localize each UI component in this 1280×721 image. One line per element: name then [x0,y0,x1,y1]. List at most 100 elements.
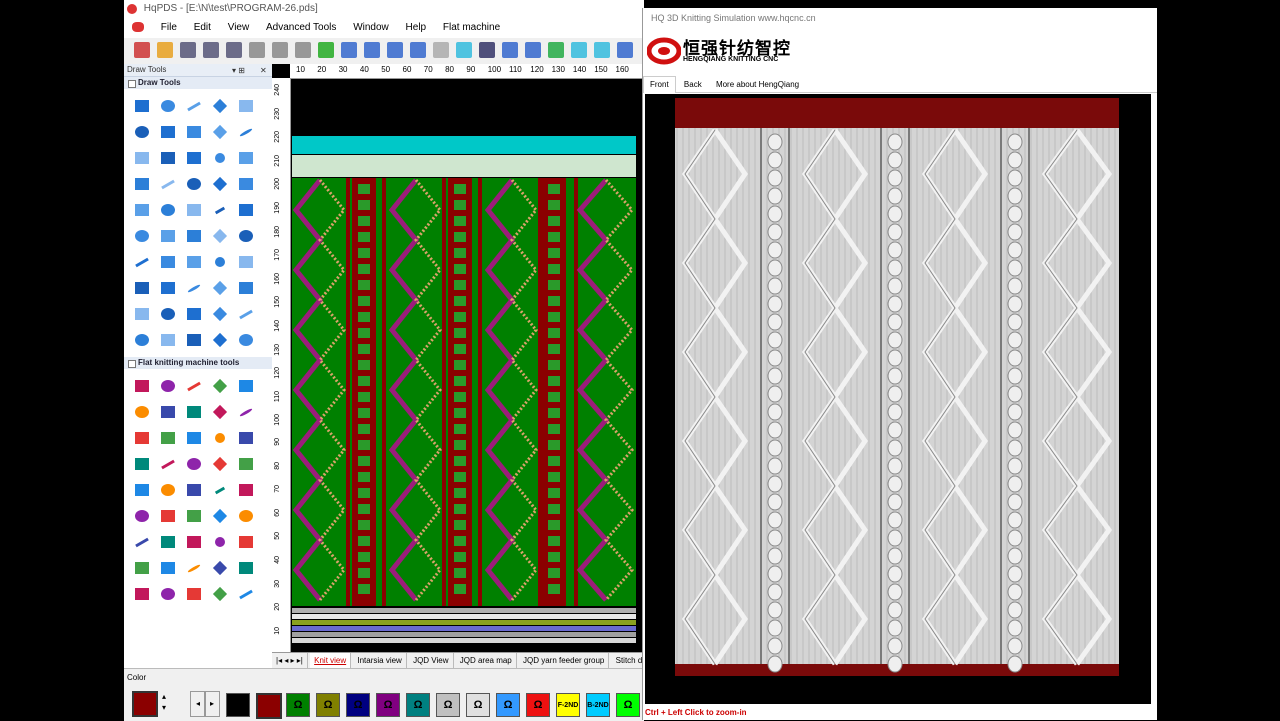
knit-tool-21-icon[interactable] [129,477,155,503]
draw-tool-47-icon[interactable] [155,327,181,353]
color-swatch-6[interactable]: Ω [376,693,400,717]
panel-close-icon[interactable]: ✕ [260,65,267,77]
knit-tool-13-icon[interactable] [181,425,207,451]
draw-tool-7-icon[interactable] [155,119,181,145]
new-icon[interactable] [134,42,150,58]
knit-tool-39-icon[interactable] [207,555,233,581]
draw-tool-41-icon[interactable] [129,301,155,327]
brush-icon[interactable] [479,42,495,58]
draw-tool-14-icon[interactable] [207,145,233,171]
knit-tool-22-icon[interactable] [155,477,181,503]
color-swatch-2[interactable] [256,693,282,719]
tab-nav-arrows[interactable]: |◂ ◂ ▸ ▸| [272,653,308,669]
draw-tool-8-icon[interactable] [181,119,207,145]
knit-tool-38-icon[interactable] [181,555,207,581]
draw-tool-29-icon[interactable] [207,223,233,249]
copy-icon[interactable] [272,42,288,58]
knit-tool-31-icon[interactable] [129,529,155,555]
tab-stitch[interactable]: Stitch d [612,653,644,669]
draw-tool-30-icon[interactable] [233,223,259,249]
draw-tool-11-icon[interactable] [129,145,155,171]
menu-edit[interactable]: Edit [194,22,211,33]
draw-tool-45-icon[interactable] [233,301,259,327]
draw-tool-25-icon[interactable] [233,197,259,223]
color-swatch-4[interactable]: Ω [316,693,340,717]
menu-advanced-tools[interactable]: Advanced Tools [266,22,336,33]
monitor-icon[interactable] [594,42,610,58]
menu-window[interactable]: Window [353,22,389,33]
move-icon[interactable] [387,42,403,58]
draw-tool-34-icon[interactable] [207,249,233,275]
draw-tool-31-icon[interactable] [129,249,155,275]
undo-icon[interactable] [203,42,219,58]
knit-tool-33-icon[interactable] [181,529,207,555]
open-icon[interactable] [157,42,173,58]
draw-tool-6-icon[interactable] [129,119,155,145]
section-flat-knitting-tools[interactable]: Flat knitting machine tools [124,357,272,369]
knit-tool-32-icon[interactable] [155,529,181,555]
knit-tool-40-icon[interactable] [233,555,259,581]
tab-front[interactable]: Front [643,76,676,93]
color-swatch-13[interactable]: B-2ND [586,693,610,717]
frame-icon[interactable] [525,42,541,58]
draw-tool-48-icon[interactable] [181,327,207,353]
knit-tool-11-icon[interactable] [129,425,155,451]
draw-tool-42-icon[interactable] [155,301,181,327]
draw-tool-19-icon[interactable] [207,171,233,197]
knit-tool-44-icon[interactable] [207,581,233,607]
tab-jqd-yarn-feeder-group[interactable]: JQD yarn feeder group [519,653,610,669]
draw-tool-9-icon[interactable] [207,119,233,145]
color-swatch-5[interactable]: Ω [346,693,370,717]
color-swatch-7[interactable]: Ω [406,693,430,717]
info-icon[interactable] [341,42,357,58]
tab-more-about[interactable]: More about HengQiang [710,77,805,93]
knit-tool-41-icon[interactable] [129,581,155,607]
tab-jqd-area-map[interactable]: JQD area map [456,653,517,669]
knit-tool-9-icon[interactable] [207,399,233,425]
draw-tool-21-icon[interactable] [129,197,155,223]
draw-tool-36-icon[interactable] [129,275,155,301]
design-canvas[interactable]: 10 20 30 40 50 60 70 80 90 100 110 120 130 140 150 160 … [272,64,644,668]
knit-tool-42-icon[interactable] [155,581,181,607]
knit-tool-45-icon[interactable] [233,581,259,607]
draw-tool-39-icon[interactable] [207,275,233,301]
knit-tool-7-icon[interactable] [155,399,181,425]
color-swatch-9[interactable]: Ω [466,693,490,717]
panel-pin-icon[interactable]: ▾ ⊞ [232,65,245,77]
tab-jqd-view[interactable]: JQD View [409,653,454,669]
knit-tool-1-icon[interactable] [129,373,155,399]
knit-tool-12-icon[interactable] [155,425,181,451]
knit-tool-19-icon[interactable] [207,451,233,477]
menu-help[interactable]: Help [406,22,427,33]
tab-intarsia-view[interactable]: Intarsia view [353,653,407,669]
cut-icon[interactable] [249,42,265,58]
draw-tool-32-icon[interactable] [155,249,181,275]
color-swatch-11[interactable]: Ω [526,693,550,717]
knit-tool-6-icon[interactable] [129,399,155,425]
knit-tool-26-icon[interactable] [129,503,155,529]
measure-icon[interactable] [410,42,426,58]
draw-tool-22-icon[interactable] [155,197,181,223]
draw-tool-1-icon[interactable] [129,93,155,119]
knit-tool-30-icon[interactable] [233,503,259,529]
knit-tool-15-icon[interactable] [233,425,259,451]
knit-pattern-view[interactable] [292,80,636,644]
draw-tool-40-icon[interactable] [233,275,259,301]
knit-tool-14-icon[interactable] [207,425,233,451]
knit-tool-27-icon[interactable] [155,503,181,529]
simulation-viewport[interactable] [645,94,1151,704]
color-swatch-1[interactable] [226,693,250,717]
select-icon[interactable] [364,42,380,58]
menu-flat-machine[interactable]: Flat machine [443,22,500,33]
menu-logo-icon[interactable] [132,22,144,33]
draw-tool-20-icon[interactable] [233,171,259,197]
knit-tool-2-icon[interactable] [155,373,181,399]
draw-tool-27-icon[interactable] [155,223,181,249]
color-swatch-10[interactable]: Ω [496,693,520,717]
menu-file[interactable]: File [161,22,177,33]
knit-tool-29-icon[interactable] [207,503,233,529]
knit-tool-23-icon[interactable] [181,477,207,503]
draw-tool-12-icon[interactable] [155,145,181,171]
draw-tool-15-icon[interactable] [233,145,259,171]
section-draw-tools[interactable]: Draw Tools [124,77,272,89]
